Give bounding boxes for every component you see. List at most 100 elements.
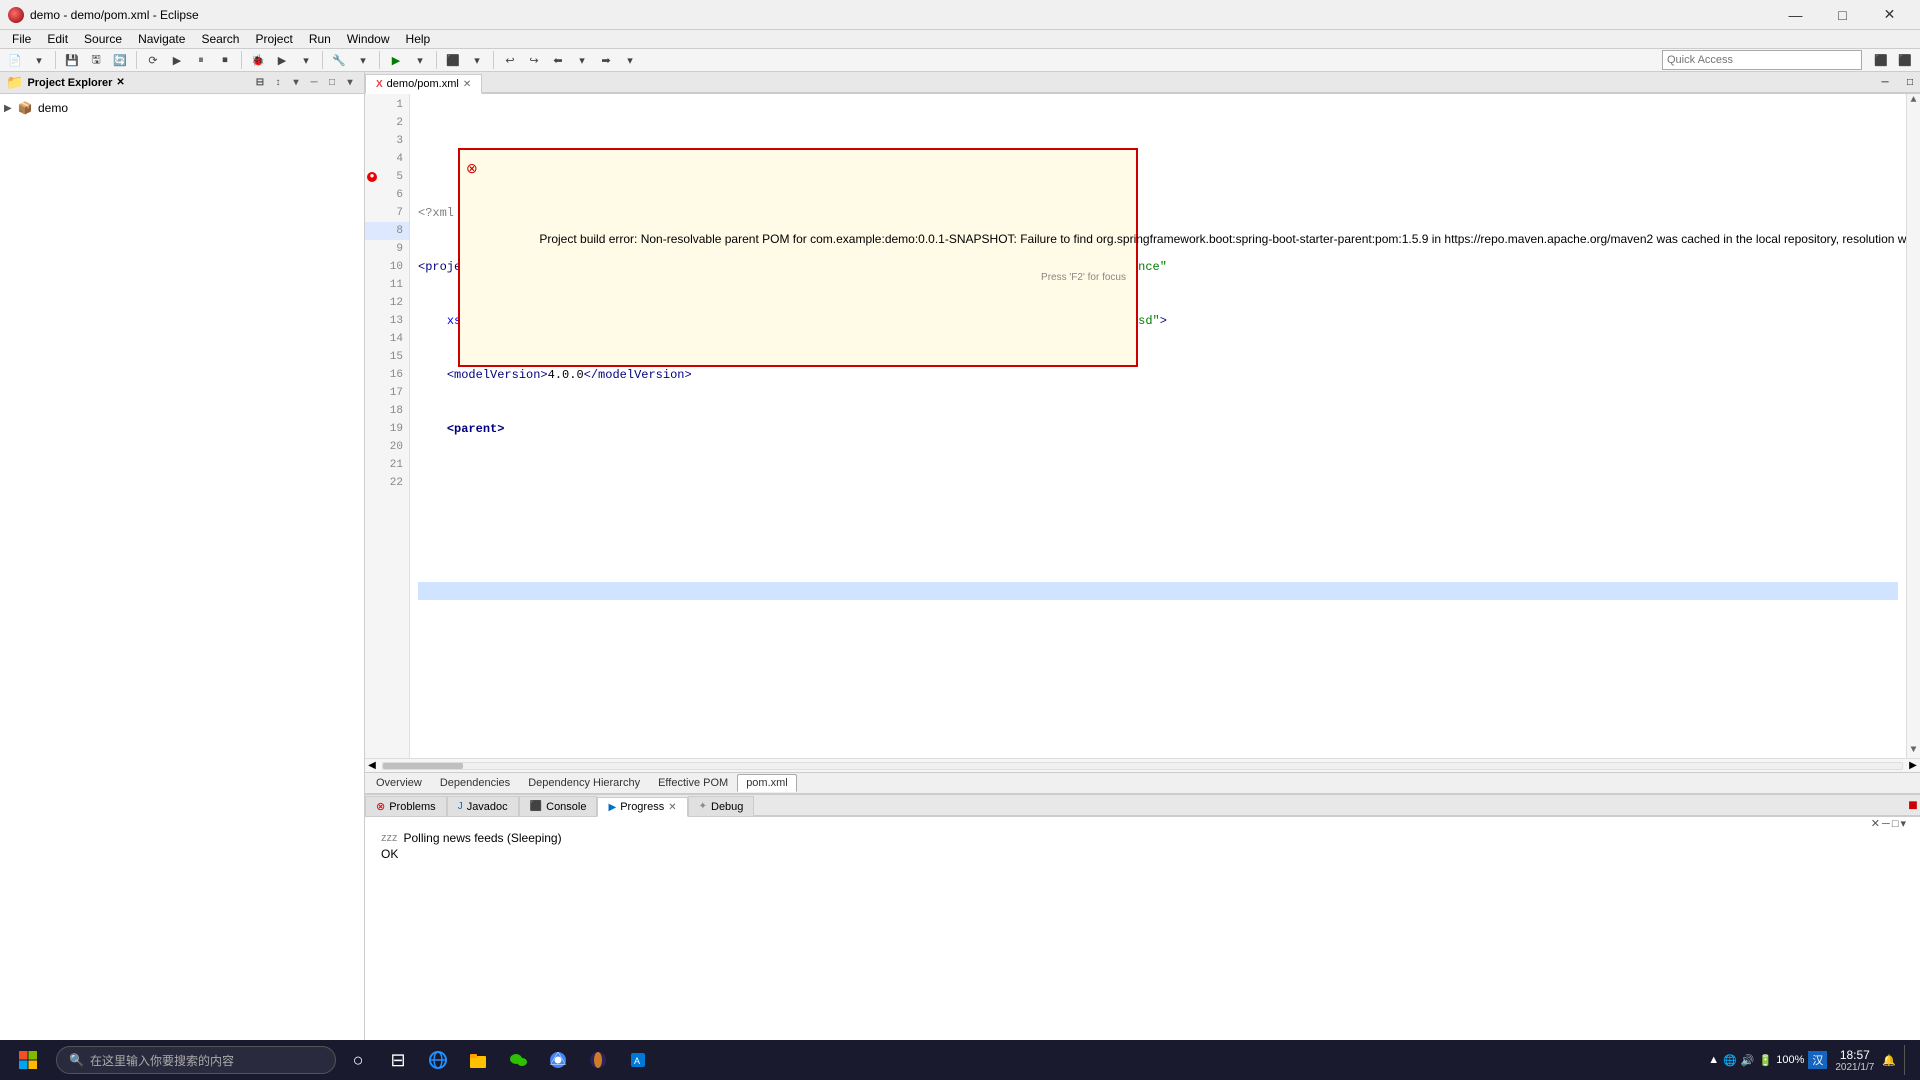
toolbar-btn-11[interactable]: ▶	[271, 49, 293, 71]
pe-collapse-icon[interactable]: ⊟	[252, 75, 268, 91]
taskbar-ime-icon[interactable]: 汉	[1808, 1051, 1827, 1069]
pe-min-icon[interactable]: ─	[306, 75, 322, 91]
taskbar-explorer[interactable]	[460, 1042, 496, 1078]
progress-tab-close[interactable]: ✕	[668, 802, 676, 813]
toolbar-btn-run[interactable]: ▶	[385, 49, 407, 71]
window-title: demo - demo/pom.xml - Eclipse	[30, 8, 1773, 22]
bottom-toolbar-icon2[interactable]: ─	[1882, 818, 1890, 830]
toolbar-btn-12[interactable]: ▾	[295, 49, 317, 71]
taskbar-eclipse[interactable]	[580, 1042, 616, 1078]
project-explorer-close[interactable]: ✕	[116, 77, 124, 88]
toolbar-btn-4[interactable]: 🖫	[85, 49, 107, 71]
bottom-toolbar-icon1[interactable]: ✕	[1871, 817, 1880, 830]
toolbar-btn-15[interactable]: ⬛	[442, 49, 464, 71]
toolbar: 📄 ▾ 💾 🖫 🔄 ⟳ ▶ ⏸ ⏹ 🐞 ▶ ▾ 🔧 ▾ ▶ ▾ ⬛ ▾ ↩ ↪ …	[0, 49, 1920, 72]
editor-maximize-icon[interactable]: □	[1907, 77, 1913, 88]
bottom-tab-progress[interactable]: ▶ Progress ✕	[597, 797, 687, 817]
menu-edit[interactable]: Edit	[39, 30, 76, 48]
toolbar-open-perspective[interactable]: ⬛	[1870, 49, 1892, 71]
menu-search[interactable]: Search	[193, 30, 247, 48]
scroll-right-arrow[interactable]: ▶	[1906, 759, 1920, 773]
editor-text[interactable]: ⊗ Project build error: Non-resolvable pa…	[410, 94, 1906, 758]
taskbar-volume-icon[interactable]: 🔊	[1741, 1054, 1755, 1067]
pom-tab-pom-xml[interactable]: pom.xml	[737, 774, 797, 792]
editor-scrollbar[interactable]: ▲ ▼	[1906, 94, 1920, 758]
taskbar-arrow-icon[interactable]: ▲	[1708, 1054, 1719, 1066]
toolbar-btn-nav3[interactable]: ➡	[595, 49, 617, 71]
toolbar-btn-nav2[interactable]: ▾	[571, 49, 593, 71]
menu-project[interactable]: Project	[247, 30, 300, 48]
toolbar-btn-3[interactable]: 💾	[61, 49, 83, 71]
taskbar-chrome[interactable]	[540, 1042, 576, 1078]
tab-close-pom[interactable]: ✕	[463, 79, 471, 90]
pe-viewmenu-icon[interactable]: ▾	[342, 75, 358, 91]
taskbar-battery-icon[interactable]: 🔋	[1759, 1054, 1773, 1067]
taskbar-task-view[interactable]: ⊟	[380, 1042, 416, 1078]
toolbar-btn-10[interactable]: 🐞	[247, 49, 269, 71]
scroll-down-arrow[interactable]: ▼	[1907, 744, 1920, 758]
toolbar-btn-13[interactable]: 🔧	[328, 49, 350, 71]
bottom-tab-console[interactable]: ⬛ Console	[519, 796, 598, 816]
menu-file[interactable]: File	[4, 30, 39, 48]
bottom-toolbar-icon4[interactable]: ▾	[1900, 817, 1906, 830]
scroll-up-arrow[interactable]: ▲	[1907, 94, 1920, 108]
taskbar-ie[interactable]	[420, 1042, 456, 1078]
pe-max-icon[interactable]: □	[324, 75, 340, 91]
stop-icon[interactable]: ■	[1908, 797, 1918, 815]
minimize-button[interactable]: ―	[1773, 0, 1818, 30]
menu-help[interactable]: Help	[398, 30, 439, 48]
pom-tab-overview[interactable]: Overview	[367, 774, 431, 792]
editor-minimize-icon[interactable]: ─	[1881, 77, 1888, 88]
tree-item-demo[interactable]: ▶ 📦 demo	[0, 98, 364, 118]
toolbar-btn-2[interactable]: ▾	[28, 49, 50, 71]
taskbar-app2[interactable]: A	[620, 1042, 656, 1078]
pom-tab-effective-pom[interactable]: Effective POM	[649, 774, 737, 792]
bottom-tab-problems[interactable]: ⊗ Problems	[365, 796, 447, 816]
editor-tab-pom[interactable]: X demo/pom.xml ✕	[365, 74, 482, 94]
menu-run[interactable]: Run	[301, 30, 339, 48]
toolbar-btn-14[interactable]: ▾	[352, 49, 374, 71]
toolbar-btn-run-dd[interactable]: ▾	[409, 49, 431, 71]
h-scroll-track[interactable]	[382, 762, 1903, 770]
menu-window[interactable]: Window	[339, 30, 398, 48]
taskbar-wechat[interactable]	[500, 1042, 536, 1078]
bottom-tab-javadoc[interactable]: J Javadoc	[447, 796, 519, 816]
toolbar-btn-9[interactable]: ⏹	[214, 49, 236, 71]
toolbar-btn-18[interactable]: ↪	[523, 49, 545, 71]
pe-sync-icon[interactable]: ↕	[270, 75, 286, 91]
taskbar-cortana[interactable]: ○	[340, 1042, 376, 1078]
maximize-button[interactable]: □	[1820, 0, 1865, 30]
taskbar-notification-icon[interactable]: 🔔	[1882, 1054, 1896, 1067]
pom-tab-dependency-hierarchy[interactable]: Dependency Hierarchy	[519, 774, 649, 792]
pom-tab-dependencies[interactable]: Dependencies	[431, 774, 519, 792]
toolbar-btn-nav4[interactable]: ▾	[619, 49, 641, 71]
toolbar-btn-17[interactable]: ↩	[499, 49, 521, 71]
taskbar-show-desktop[interactable]	[1904, 1045, 1908, 1075]
scroll-left-arrow[interactable]: ◀	[365, 759, 379, 773]
toolbar-btn-5[interactable]: 🔄	[109, 49, 131, 71]
editor-area: X demo/pom.xml ✕ ─ □ 1	[365, 72, 1920, 794]
horizontal-scrollbar[interactable]: ◀ ▶	[365, 758, 1920, 772]
bottom-toolbar-icon3[interactable]: □	[1892, 818, 1899, 830]
bottom-tab-debug[interactable]: ✦ Debug	[688, 796, 755, 816]
toolbar-btn-nav1[interactable]: ⬅	[547, 49, 569, 71]
menu-navigate[interactable]: Navigate	[130, 30, 193, 48]
toolbar-btn-7[interactable]: ▶	[166, 49, 188, 71]
toolbar-btn-6[interactable]: ⟳	[142, 49, 164, 71]
editor-content[interactable]: 1 2 3 4 ● 5 6 7 8 9 10 11	[365, 94, 1920, 758]
h-scroll-thumb[interactable]	[383, 763, 463, 769]
menu-source[interactable]: Source	[76, 30, 130, 48]
pe-menu-icon[interactable]: ▾	[288, 75, 304, 91]
tab-label-pom: demo/pom.xml	[387, 78, 459, 90]
close-button[interactable]: ✕	[1867, 0, 1912, 30]
start-button[interactable]	[4, 1040, 52, 1080]
toolbar-perspective-dd[interactable]: ⬛	[1894, 49, 1916, 71]
toolbar-btn-16[interactable]: ▾	[466, 49, 488, 71]
taskbar-network-icon[interactable]: 🌐	[1723, 1054, 1737, 1067]
toolbar-btn-8[interactable]: ⏸	[190, 49, 212, 71]
ln-14: 14	[365, 330, 409, 348]
taskbar-search[interactable]: 🔍 在这里输入你要搜索的内容	[56, 1046, 336, 1074]
taskbar-clock[interactable]: 18:57 2021/1/7	[1835, 1048, 1874, 1073]
toolbar-btn-1[interactable]: 📄	[4, 49, 26, 71]
quick-access-input[interactable]	[1662, 50, 1862, 70]
